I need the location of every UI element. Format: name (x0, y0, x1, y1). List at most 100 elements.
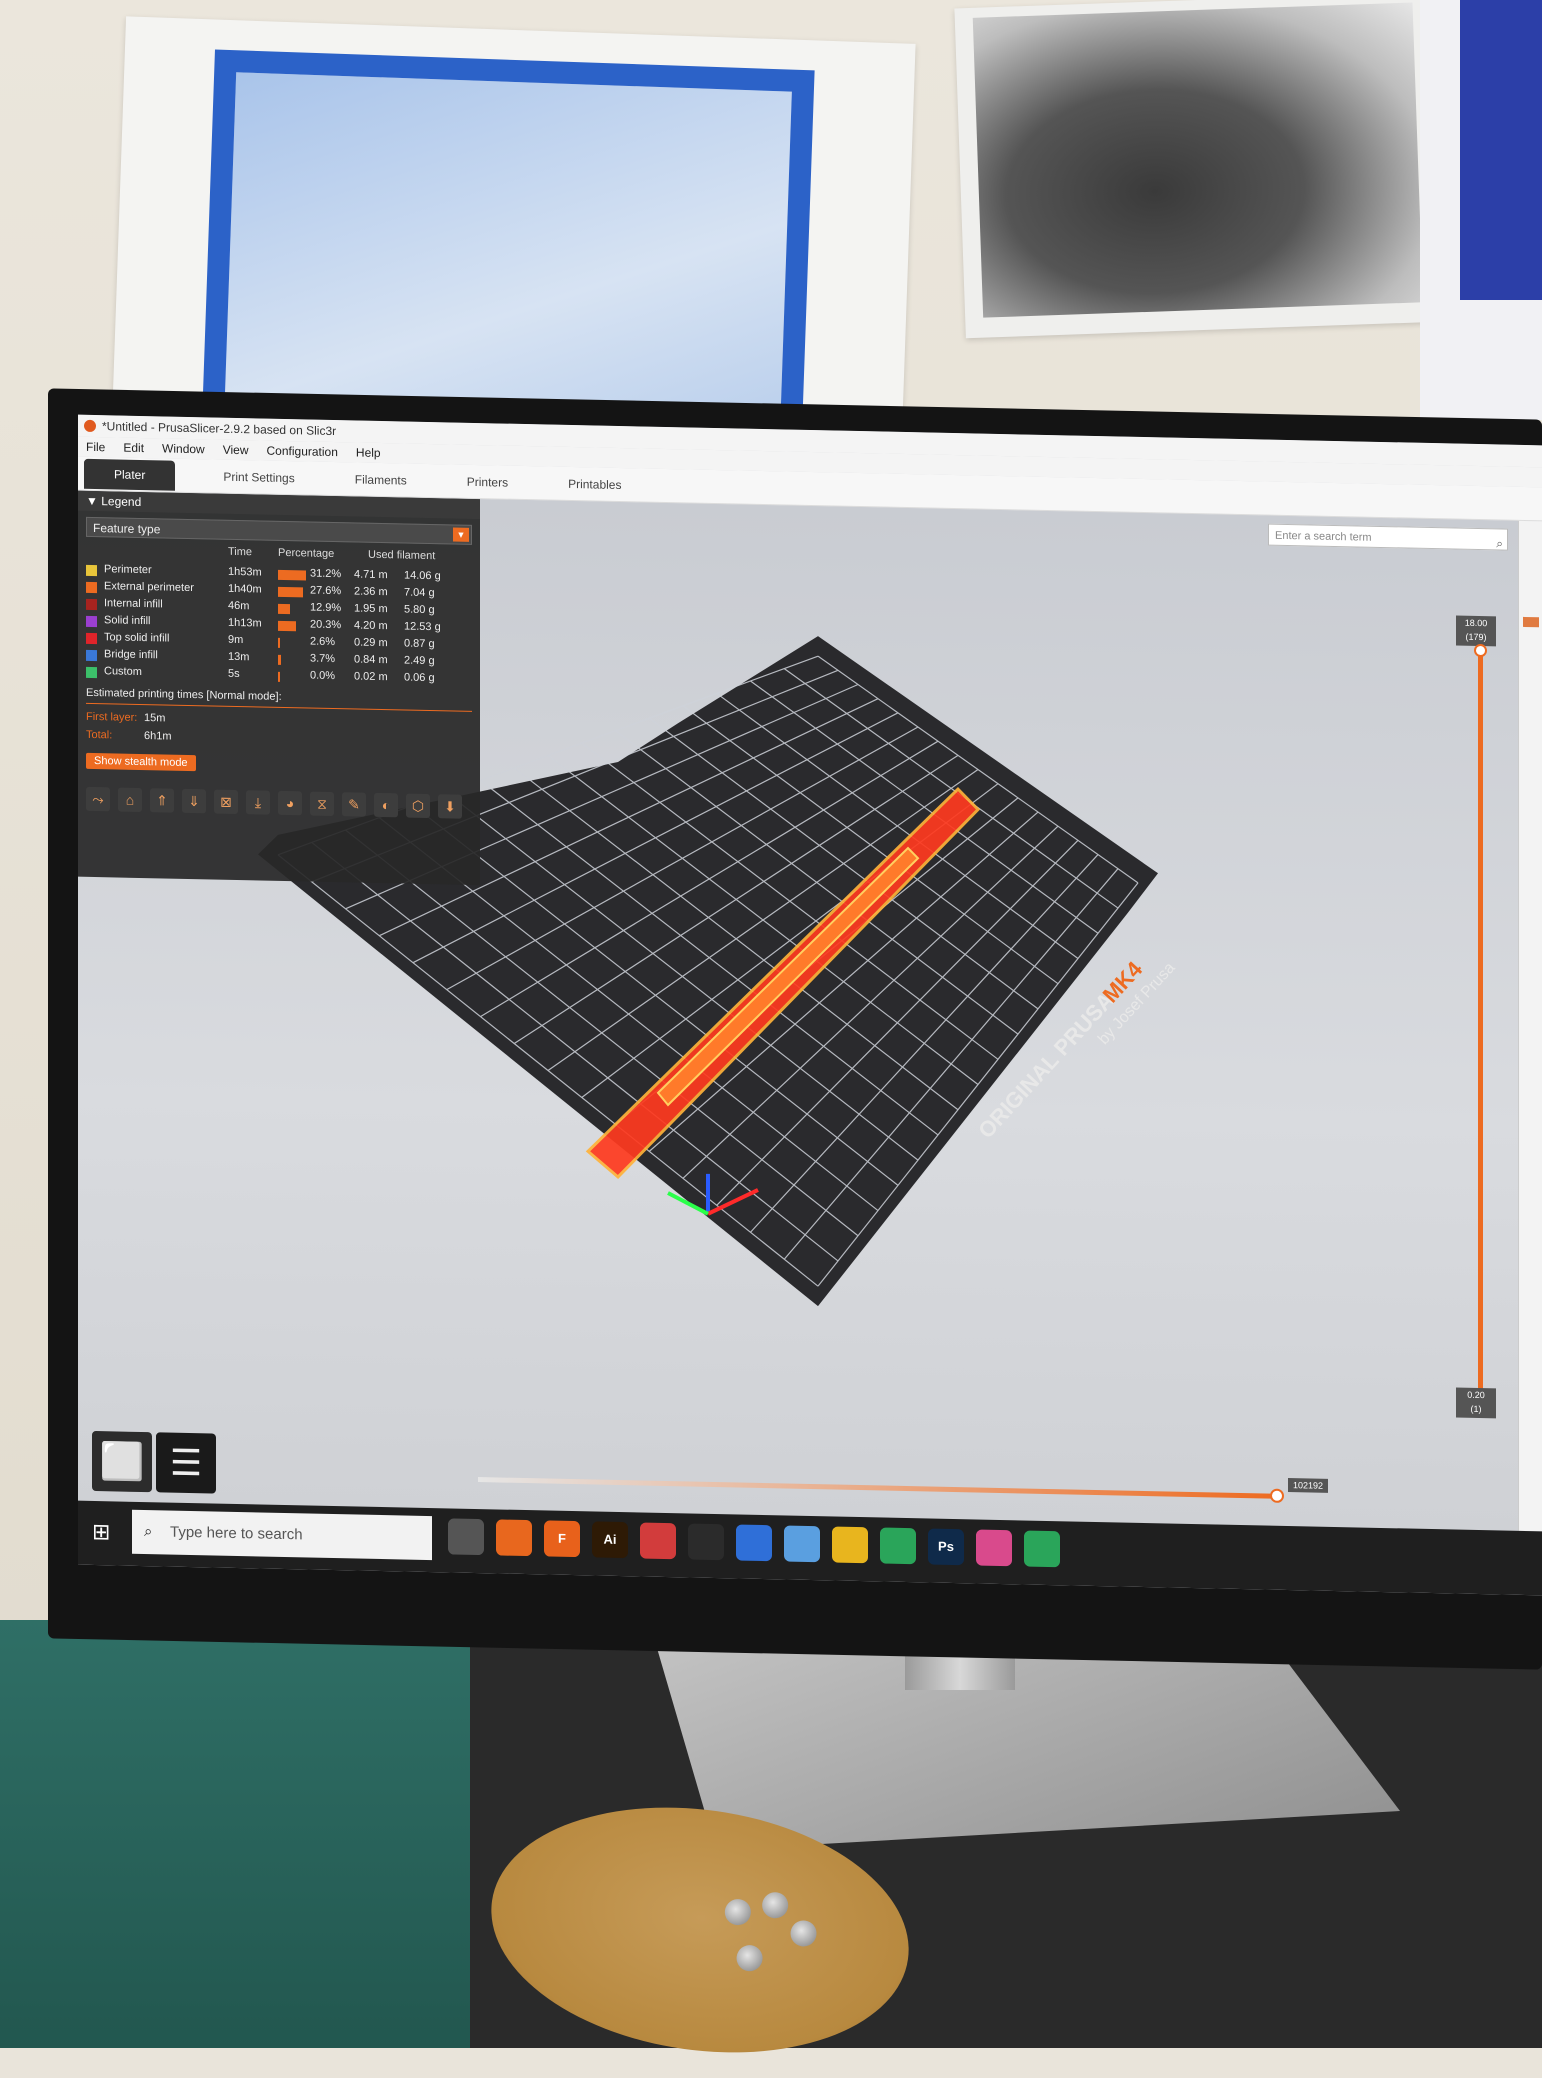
top-layer-height: 18.00 (1464, 617, 1488, 629)
tool-changes-icon[interactable]: ⤓ (246, 790, 270, 815)
feature-time: 13m (228, 650, 250, 664)
color-changes-icon[interactable]: ◕ (278, 790, 302, 816)
feature-length: 4.20 m (354, 619, 388, 633)
screw (734, 1943, 765, 1973)
bottom-layer-number: (1) (1470, 1403, 1482, 1415)
feature-weight: 0.87 g (404, 637, 435, 651)
search-input[interactable]: Enter a search term ⌕ (1268, 523, 1508, 554)
feature-time: 1h13m (228, 616, 262, 630)
taskbar-app-icon[interactable] (880, 1527, 916, 1565)
feature-time: 1h40m (228, 582, 262, 596)
taskbar-app-icon[interactable] (784, 1525, 820, 1563)
pause-prints-icon[interactable]: ⧖ (310, 791, 334, 817)
monitor-screen: *Untitled - PrusaSlicer-2.9.2 based on S… (78, 414, 1542, 1596)
feature-name: Solid infill (104, 614, 151, 628)
screw (723, 1897, 753, 1927)
horizontal-move-slider[interactable] (478, 1477, 1284, 1503)
color-swatch (86, 649, 97, 662)
vertical-layer-slider[interactable] (1474, 643, 1487, 1416)
menu-window[interactable]: Window (162, 438, 205, 459)
seams-icon[interactable]: ⊠ (214, 789, 238, 815)
preview-layers-icon[interactable]: ☰ (156, 1432, 216, 1494)
feature-name: Custom (104, 665, 142, 679)
col-time: Time (228, 545, 253, 559)
feature-type-value: Feature type (93, 520, 161, 537)
menu-edit[interactable]: Edit (123, 438, 144, 458)
taskbar-app-icon[interactable] (640, 1522, 676, 1560)
taskbar-app-icon[interactable] (448, 1518, 484, 1556)
screw (760, 1890, 790, 1920)
total-label: Total: (86, 728, 113, 742)
menu-configuration[interactable]: Configuration (267, 441, 338, 462)
taskbar-app-icons: F Ai Ps (448, 1518, 1060, 1568)
tab-printers[interactable]: Printers (455, 468, 520, 495)
feature-length: 4.71 m (354, 568, 388, 582)
taskbar-app-icon[interactable]: F (544, 1520, 580, 1558)
percentage-bar (278, 586, 303, 598)
feature-length: 0.29 m (354, 636, 388, 650)
taskbar-app-icon[interactable]: Ps (928, 1528, 964, 1566)
legend-toolbar: ⤳ ⌂ ⇑ ⇓ ⊠ ⤓ ◕ ⧖ ✎ ◐ ⬡ ⬇ (86, 786, 462, 819)
first-layer-label: First layer: (86, 710, 138, 724)
deretractions-icon[interactable]: ⇓ (182, 788, 206, 814)
chevron-down-icon[interactable]: ▼ (453, 527, 469, 542)
feature-name: Internal infill (104, 597, 163, 611)
feature-type-select[interactable]: Feature type ▼ (86, 516, 472, 545)
bottom-layer-height: 0.20 (1467, 1389, 1485, 1401)
feature-name: Perimeter (104, 563, 152, 577)
taskbar-app-icon[interactable] (976, 1529, 1012, 1567)
view-toggle: ⬜ ☰ (92, 1430, 216, 1494)
color-swatch (86, 581, 97, 594)
filament-color-chip[interactable] (1523, 616, 1539, 628)
feature-percent: 2.6% (310, 635, 336, 649)
taskbar-search-input[interactable]: ⌕ Type here to search (132, 1509, 432, 1561)
feature-time: 46m (228, 599, 250, 613)
menu-file[interactable]: File (86, 437, 105, 457)
taskbar-app-icon[interactable] (496, 1519, 532, 1557)
menu-help[interactable]: Help (356, 442, 381, 463)
feature-percent: 27.6% (310, 584, 342, 598)
feature-weight: 12.53 g (404, 620, 441, 634)
search-icon: ⌕ (144, 1523, 153, 1541)
horizontal-thumb[interactable] (1270, 1488, 1284, 1503)
feature-weight: 5.80 g (404, 603, 435, 617)
menu-view[interactable]: View (223, 440, 249, 461)
taskbar-app-icon[interactable] (1024, 1530, 1060, 1568)
taskbar-app-icon[interactable] (688, 1523, 724, 1561)
total-row: Total: 6h1m (86, 728, 172, 743)
vertical-slider-top-label: 18.00 (179) (1456, 615, 1496, 647)
shells-icon[interactable]: ⬡ (406, 793, 430, 819)
legend-panel: ▼ Legend Feature type ▼ Time Percentage … (78, 490, 480, 886)
percentage-bar (278, 603, 290, 615)
wipe-icon[interactable]: ⌂ (118, 787, 142, 813)
taskbar-app-icon[interactable] (736, 1524, 772, 1562)
feature-length: 0.84 m (354, 653, 388, 667)
legend-title: Legend (101, 494, 142, 509)
windows-start-icon[interactable]: ⊞ (92, 1519, 118, 1546)
first-layer-row: First layer: 15m (86, 710, 165, 725)
color-swatch (86, 632, 97, 645)
center-of-gravity-icon[interactable]: ◐ (374, 792, 398, 818)
horizontal-slider-label: 102192 (1288, 1478, 1328, 1493)
tab-printables[interactable]: Printables (556, 470, 633, 498)
tab-filaments[interactable]: Filaments (343, 466, 419, 494)
search-icon[interactable]: ⌕ (1496, 532, 1503, 554)
tab-plater[interactable]: Plater (84, 458, 176, 491)
3d-preview-viewport[interactable]: ORIGINAL PRUSA MK4 by Josef Prusa ▼ Lege… (78, 490, 1518, 1531)
travel-icon[interactable]: ⤳ (86, 786, 110, 812)
feature-name: External perimeter (104, 580, 194, 595)
show-stealth-mode-button[interactable]: Show stealth mode (86, 752, 196, 772)
col-used-filament: Used filament (368, 548, 436, 563)
taskbar-app-icon[interactable] (832, 1526, 868, 1564)
feature-weight: 0.06 g (404, 671, 435, 685)
tool-marker-icon[interactable]: ⬇ (438, 794, 462, 819)
upper-thumb[interactable] (1474, 643, 1487, 658)
3d-view-cube-icon[interactable]: ⬜ (92, 1430, 152, 1493)
taskbar-app-icon[interactable]: Ai (592, 1521, 628, 1559)
feature-name: Bridge infill (104, 648, 158, 662)
retractions-icon[interactable]: ⇑ (150, 788, 174, 813)
feature-time: 5s (228, 667, 240, 681)
custom-gcodes-icon[interactable]: ✎ (342, 792, 366, 817)
color-swatch (86, 564, 97, 577)
tab-print-settings[interactable]: Print Settings (211, 463, 306, 491)
